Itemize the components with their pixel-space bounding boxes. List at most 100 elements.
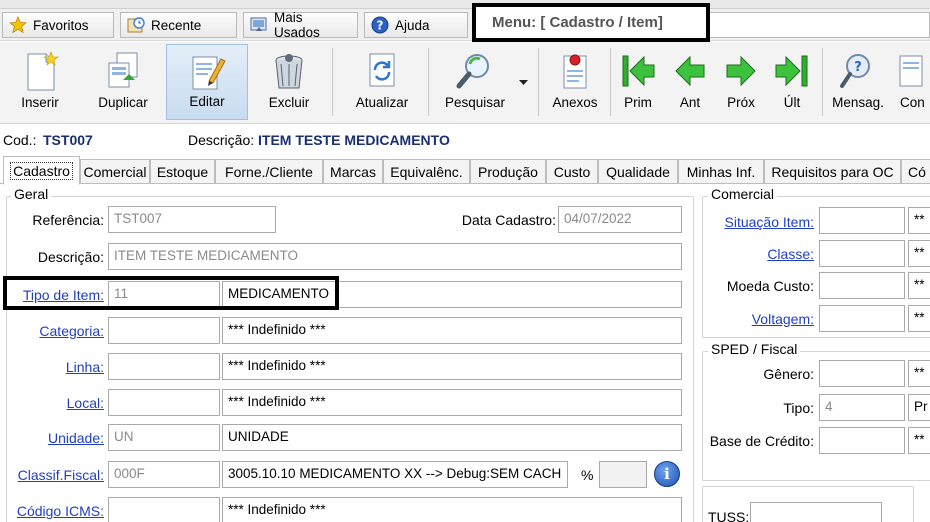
pesquisar-dropdown[interactable] xyxy=(514,44,532,120)
situacao-item-desc: ** xyxy=(908,207,930,234)
tab-requisitos-oc[interactable]: Requisitos para OC xyxy=(764,159,901,183)
classe-field[interactable] xyxy=(819,240,905,267)
tab-label: Qualidade xyxy=(606,163,670,180)
genero-desc: ** xyxy=(908,360,930,387)
classe-link[interactable]: Classe: xyxy=(767,246,814,262)
recente-label: Recente xyxy=(151,17,202,33)
tab-marcas[interactable]: Marcas xyxy=(323,159,383,183)
classif-fiscal-link[interactable]: Classif.Fiscal: xyxy=(18,467,104,483)
prox-button[interactable]: Próx xyxy=(716,44,766,120)
editar-button[interactable]: Editar xyxy=(166,44,248,120)
local-link[interactable]: Local: xyxy=(67,395,104,411)
excluir-button[interactable]: Excluir xyxy=(258,44,320,120)
classif-fiscal-code-field[interactable]: 000F xyxy=(108,461,220,488)
tipo-desc: Pr xyxy=(908,394,930,421)
local-desc-field: *** Indefinido *** xyxy=(222,389,682,416)
record-desc-label: Descrição: xyxy=(188,132,255,148)
moeda-custo-desc: ** xyxy=(908,272,930,299)
tab-qualidade[interactable]: Qualidade xyxy=(598,159,678,183)
tuss-field[interactable] xyxy=(750,502,882,522)
base-credito-label: Base de Crédito: xyxy=(709,433,814,449)
tab-label: Forne./Cliente xyxy=(225,163,313,180)
last-record-icon xyxy=(775,55,808,87)
refresh-icon xyxy=(369,53,395,87)
help-icon: ? xyxy=(371,16,389,34)
ult-button[interactable]: Últ xyxy=(768,44,816,120)
excluir-label: Excluir xyxy=(268,95,310,110)
info-icon[interactable]: i xyxy=(654,461,680,487)
editar-label: Editar xyxy=(189,94,225,109)
data-cadastro-label: Data Cadastro: xyxy=(461,212,556,228)
referencia-field[interactable]: TST007 xyxy=(108,206,276,233)
descricao-field[interactable]: ITEM TESTE MEDICAMENTO xyxy=(108,243,682,270)
mensag-button[interactable]: ? Mensag. xyxy=(826,44,890,120)
tab-cadastro[interactable]: Cadastro xyxy=(3,156,80,185)
tab-codigo[interactable]: Có xyxy=(901,159,930,183)
moeda-custo-label: Moeda Custo: xyxy=(726,278,814,294)
tab-label: Cadastro xyxy=(10,161,73,180)
base-credito-field[interactable] xyxy=(819,427,905,454)
tab-label: Estoque xyxy=(156,163,209,180)
ant-label: Ant xyxy=(679,95,701,110)
categoria-link[interactable]: Categoria: xyxy=(39,323,104,339)
ajuda-label: Ajuda xyxy=(395,17,430,33)
mais-usados-button[interactable]: Mais Usados xyxy=(243,10,358,40)
codigo-icms-code-field[interactable] xyxy=(108,497,220,522)
search-icon xyxy=(456,54,489,89)
tab-equivalenc[interactable]: Equivalênc. xyxy=(383,159,470,183)
tab-comercial[interactable]: Comercial xyxy=(80,159,150,183)
cod-value: TST007 xyxy=(43,132,93,148)
pesquisar-button[interactable]: Pesquisar xyxy=(438,44,512,120)
tab-label: Comercial xyxy=(83,163,147,180)
tab-label: Produção xyxy=(478,163,538,180)
categoria-code-field[interactable] xyxy=(108,317,220,344)
moeda-custo-field[interactable] xyxy=(819,272,905,299)
previous-record-icon xyxy=(675,55,705,87)
linha-link[interactable]: Linha: xyxy=(66,359,104,375)
con-button[interactable]: Con xyxy=(896,44,930,120)
tipo-label: Tipo: xyxy=(783,400,814,416)
anexos-button[interactable]: Anexos xyxy=(546,44,604,120)
situacao-item-link[interactable]: Situação Item: xyxy=(725,214,815,230)
window-top-strip xyxy=(0,0,930,9)
genero-field[interactable] xyxy=(819,360,905,387)
codigo-icms-link[interactable]: Código ICMS: xyxy=(17,503,104,519)
con-label: Con xyxy=(900,95,925,110)
data-cadastro-field[interactable]: 04/07/2022 xyxy=(558,206,682,233)
record-header: Cod.: TST007 Descrição: ITEM TESTE MEDIC… xyxy=(0,126,930,156)
geral-title: Geral xyxy=(11,186,52,202)
star-icon xyxy=(9,16,27,34)
referencia-label: Referência: xyxy=(32,212,104,228)
ult-label: Últ xyxy=(783,95,801,110)
tab-minhas-inf[interactable]: Minhas Inf. xyxy=(678,159,764,183)
favoritos-label: Favoritos xyxy=(33,17,89,33)
inserir-button[interactable]: Inserir xyxy=(8,44,72,120)
unidade-link[interactable]: Unidade: xyxy=(48,430,104,446)
situacao-item-field[interactable] xyxy=(819,207,905,234)
percent-field[interactable] xyxy=(599,461,647,488)
prim-button[interactable]: Prim xyxy=(614,44,662,120)
edit-icon xyxy=(192,56,226,90)
trash-icon xyxy=(275,54,303,89)
tab-forne-cliente[interactable]: Forne./Cliente xyxy=(215,159,323,183)
next-record-icon xyxy=(726,55,756,87)
duplicar-button[interactable]: Duplicar xyxy=(90,44,156,120)
favoritos-button[interactable]: Favoritos xyxy=(2,12,114,38)
ant-button[interactable]: Ant xyxy=(666,44,714,120)
recente-button[interactable]: Recente xyxy=(120,12,237,38)
local-code-field[interactable] xyxy=(108,389,220,416)
voltagem-link[interactable]: Voltagem: xyxy=(752,311,814,327)
atualizar-button[interactable]: Atualizar xyxy=(346,44,418,120)
atualizar-label: Atualizar xyxy=(355,95,409,110)
tab-custo[interactable]: Custo xyxy=(546,159,598,183)
comercial-title: Comercial xyxy=(708,186,778,202)
ajuda-button[interactable]: ? Ajuda xyxy=(364,12,468,38)
unidade-code-field[interactable]: UN xyxy=(108,424,220,451)
tab-estoque[interactable]: Estoque xyxy=(150,159,215,183)
tab-producao[interactable]: Produção xyxy=(470,159,546,183)
tipo-field[interactable]: 4 xyxy=(819,394,905,421)
voltagem-field[interactable] xyxy=(819,305,905,332)
linha-code-field[interactable] xyxy=(108,353,220,380)
codigo-icms-desc-field: *** Indefinido *** xyxy=(222,497,682,522)
tab-label: Minhas Inf. xyxy=(686,163,756,180)
